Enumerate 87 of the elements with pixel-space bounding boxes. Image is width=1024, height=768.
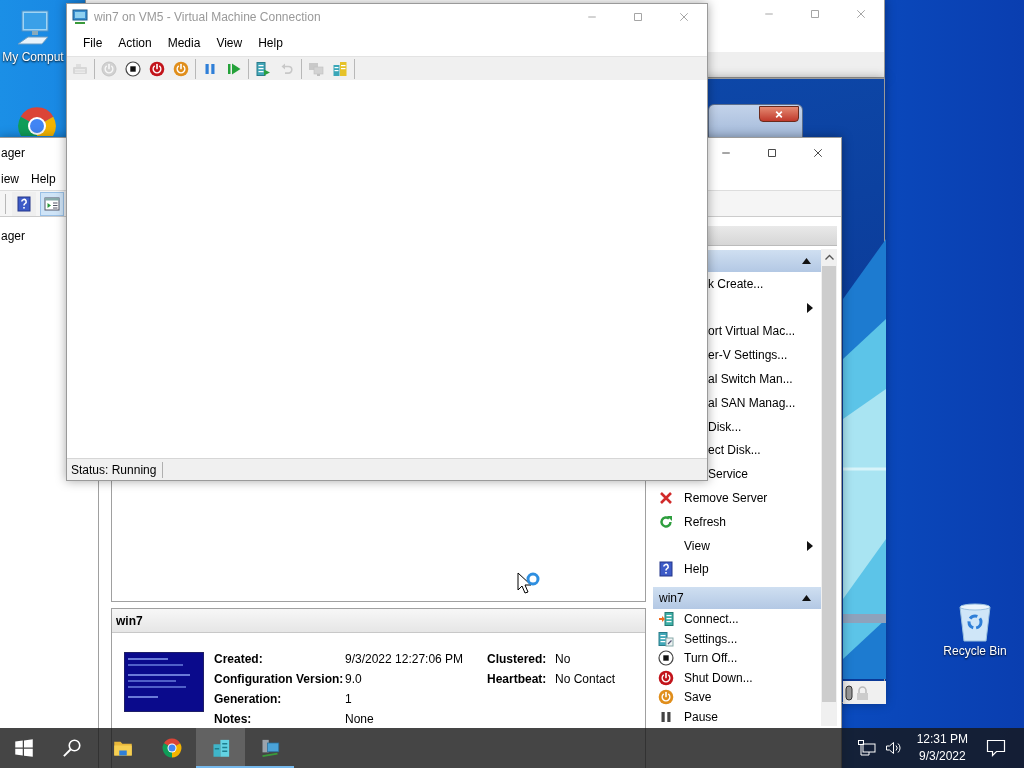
server-icon[interactable] (332, 60, 348, 77)
field-label: Created: (214, 651, 264, 668)
command-entry[interactable]: Disk... (708, 414, 821, 439)
field-value: No Contact (555, 671, 616, 688)
power-icon[interactable] (173, 60, 189, 77)
scroll-thumb[interactable] (822, 266, 836, 702)
mouse-icon (845, 684, 853, 701)
window-title: win7 on VM5 - Virtual Machine Connection (94, 9, 322, 26)
command-entry[interactable]: Turn Off... (653, 648, 821, 668)
connect-icon (658, 611, 674, 628)
volume-icon[interactable] (884, 740, 901, 756)
command-entry[interactable]: Save (653, 687, 821, 707)
close-icon (774, 109, 784, 119)
command-entry[interactable]: Connect... (653, 609, 821, 629)
server-icon[interactable] (255, 60, 271, 77)
windows-icon (14, 738, 34, 758)
caret-icon[interactable] (802, 595, 811, 602)
field-value: 9/3/2022 12:27:06 PM (345, 651, 465, 668)
close-icon (812, 147, 824, 159)
stop-icon[interactable] (125, 60, 141, 77)
toolbar-button[interactable] (12, 191, 36, 216)
field-label: Clustered: (487, 651, 548, 668)
icon-label[interactable]: Recycle Bin (943, 644, 1007, 658)
caret-icon[interactable] (802, 258, 811, 264)
menu-item[interactable]: File (75, 34, 111, 52)
icon-label[interactable]: My Comput (2, 50, 64, 64)
power-icon (658, 669, 674, 686)
menu-item[interactable]: Action (110, 34, 160, 52)
command-entry[interactable]: k Create... (708, 272, 821, 296)
refresh-icon (658, 513, 674, 530)
command-entry[interactable]: Refresh (653, 509, 821, 534)
field-value: 1 (345, 691, 353, 708)
menu-item[interactable]: View (208, 34, 251, 52)
field-label: Notes: (214, 711, 253, 728)
help-icon (16, 195, 32, 212)
command-entry[interactable]: Settings... (653, 628, 821, 649)
field-label: Generation: (214, 691, 283, 708)
stop-icon (658, 650, 674, 667)
command-entry[interactable]: al SAN Manag... (708, 391, 821, 415)
command-entry[interactable]: ect Disk... (708, 438, 821, 463)
menu-item[interactable]: Help (25, 170, 62, 188)
section-header[interactable]: win7 (653, 587, 821, 610)
close-button[interactable] (759, 106, 799, 122)
maximize-icon (809, 8, 821, 20)
command-entry[interactable]: Remove Server (653, 486, 821, 510)
panel-icon (44, 195, 60, 212)
field-label: Configuration Version: (214, 671, 345, 688)
lock-icon (856, 685, 869, 700)
power-icon (658, 689, 674, 706)
command-entry[interactable]: al Switch Man... (708, 367, 821, 391)
details-title: win7 (112, 609, 645, 633)
clock-time[interactable]: 12:31 PM (916, 731, 968, 748)
menu-item[interactable]: Media (159, 34, 209, 52)
tree-item[interactable]: ager (1, 227, 26, 245)
command-entry[interactable]: Help (653, 557, 821, 582)
search-icon (62, 738, 82, 758)
clock-date[interactable]: 9/3/2022 (918, 748, 966, 765)
chrome-icon (161, 738, 182, 758)
window-title: ager (0, 145, 26, 162)
command-entry[interactable]: Shut Down... (653, 667, 821, 688)
command-entry[interactable]: ort Virtual Mac... (708, 319, 821, 344)
field-label: Heartbeat: (487, 671, 548, 688)
window-bar (843, 614, 886, 623)
menu-item[interactable]: iew (0, 170, 25, 188)
app-icon (72, 9, 88, 25)
power-icon[interactable] (149, 60, 165, 77)
notifications-icon[interactable] (986, 739, 1006, 757)
settings-icon (658, 630, 674, 647)
field-value: None (345, 711, 375, 728)
computer-icon (259, 738, 280, 758)
command-entry[interactable]: Service (708, 462, 821, 487)
network-icon[interactable] (856, 739, 877, 757)
command-entry[interactable]: Pause (653, 706, 821, 727)
close-icon (678, 11, 690, 23)
busy-cursor-icon (516, 571, 542, 597)
close-icon (855, 8, 867, 20)
status-text: Status: Running (71, 461, 157, 479)
scroll-up-icon[interactable] (824, 254, 834, 260)
help-icon (658, 561, 674, 578)
command-entry[interactable]: er-V Settings... (708, 343, 821, 368)
maximize-icon (766, 147, 778, 159)
section-title: win7 (659, 590, 684, 608)
field-value: No (555, 651, 572, 668)
menu-item[interactable]: Help (250, 34, 291, 52)
command-entry[interactable]: View (653, 533, 821, 558)
field-value: 9.0 (345, 671, 363, 688)
maximize-icon (632, 11, 644, 23)
